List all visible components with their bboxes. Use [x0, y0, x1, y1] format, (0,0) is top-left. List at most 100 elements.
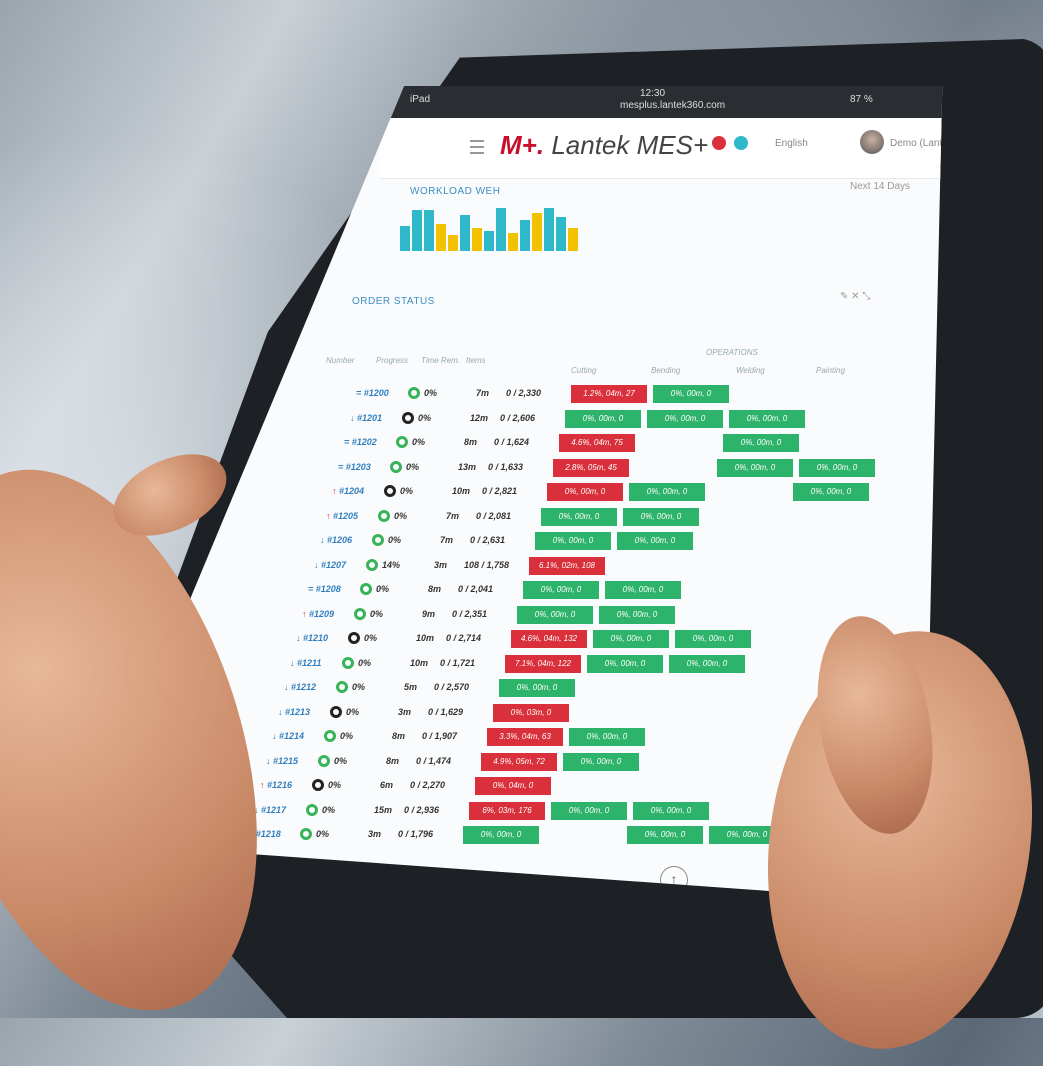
order-number[interactable]: = #1200 — [356, 388, 389, 398]
workload-bar[interactable] — [496, 208, 506, 251]
operation-cell[interactable]: 0%, 00m, 0 — [499, 679, 575, 697]
order-row[interactable]: ↑ #1209 0% 9m 0 / 2,351 0%, 00m, 0 0%, 00m, 0 — [262, 605, 862, 627]
operation-cell[interactable]: 0%, 00m, 0 — [587, 654, 663, 673]
order-number[interactable]: ↑ #1204 — [332, 486, 364, 496]
workload-bar[interactable] — [568, 228, 578, 251]
order-number[interactable]: ↓ #1215 — [266, 756, 298, 766]
operation-cell[interactable]: 0%, 00m, 0 — [623, 507, 699, 526]
operation-cell[interactable]: 0%, 00m, 0 — [599, 605, 675, 624]
workload-bar[interactable] — [472, 228, 482, 251]
operation-header-welding[interactable]: Welding — [736, 366, 765, 375]
workload-bar[interactable] — [400, 226, 410, 251]
operation-cell[interactable]: 0%, 00m, 0 — [723, 434, 799, 452]
operation-cell[interactable]: 0%, 00m, 0 — [565, 409, 641, 428]
operation-cell[interactable]: 0%, 00m, 0 — [653, 385, 729, 403]
header-time[interactable]: Time Rem. — [421, 356, 460, 365]
order-row[interactable]: ↑ #1216 0% 6m 0 / 2,270 0%, 04m, 0 — [220, 776, 820, 798]
order-number[interactable]: ↑ #1216 — [260, 780, 292, 790]
operation-cell[interactable]: 0%, 00m, 0 — [523, 581, 599, 599]
order-row[interactable]: = #1203 0% 13m 0 / 1,633 2.8%, 05m, 45 0%, 00… — [298, 458, 898, 480]
workload-bar[interactable] — [448, 235, 458, 251]
operation-cell[interactable]: 0%, 00m, 0 — [593, 630, 669, 648]
order-number[interactable]: ↓ #1201 — [350, 413, 382, 423]
workload-bar[interactable] — [556, 217, 566, 251]
user-avatar[interactable] — [860, 130, 884, 154]
order-number[interactable]: ↓ #1217 — [254, 805, 286, 815]
operation-cell[interactable]: 0%, 00m, 0 — [605, 581, 681, 599]
operation-cell[interactable]: 3.3%, 04m, 63 — [487, 728, 563, 746]
order-row[interactable]: ↓ #1201 0% 12m 0 / 2,606 0%, 00m, 0 0%, 00m, … — [310, 409, 910, 431]
header-progress[interactable]: Progress — [376, 356, 408, 365]
operation-cell[interactable]: 0%, 00m, 0 — [799, 458, 875, 477]
order-row[interactable]: ↓ #1214 0% 8m 0 / 1,907 3.3%, 04m, 63 0%, 00m… — [232, 727, 832, 749]
operation-cell[interactable]: 4.6%, 04m, 75 — [559, 434, 635, 452]
operation-cell[interactable]: 1.2%, 04m, 27 — [571, 385, 647, 403]
operation-cell[interactable]: 0%, 00m, 0 — [627, 826, 703, 844]
order-number[interactable]: ↓ #1213 — [278, 707, 310, 717]
order-number[interactable]: ↓ #1211 — [290, 658, 321, 668]
order-row[interactable]: ↓ #1210 0% 10m 0 / 2,714 4.6%, 04m, 132 0%, 0… — [256, 629, 856, 651]
workload-bar[interactable] — [424, 210, 434, 251]
operation-cell[interactable]: 0%, 00m, 0 — [551, 801, 627, 820]
order-row[interactable]: = #1208 0% 8m 0 / 2,041 0%, 00m, 0 0%, 00m, 0 — [268, 580, 868, 602]
order-row[interactable]: ↓ #1215 0% 8m 0 / 1,474 4.9%, 05m, 72 0%, 00m… — [226, 752, 826, 774]
order-row[interactable]: ↑ #1205 0% 7m 0 / 2,081 0%, 00m, 0 0%, 00m, 0 — [286, 507, 886, 529]
workload-bar[interactable] — [508, 233, 518, 251]
header-number[interactable]: Number — [326, 356, 354, 365]
workload-bar[interactable] — [532, 213, 542, 251]
operation-header-bending[interactable]: Bending — [651, 366, 680, 375]
operation-cell[interactable]: 4.9%, 05m, 72 — [481, 752, 557, 771]
order-row[interactable]: ↓ #1211 0% 10m 0 / 1,721 7.1%, 04m, 122 0%, 0… — [250, 654, 850, 676]
order-number[interactable]: ↑ #1209 — [302, 609, 334, 619]
operation-cell[interactable]: 0%, 00m, 0 — [569, 728, 645, 746]
operation-cell[interactable]: 0%, 00m, 0 — [729, 409, 805, 428]
operation-cell[interactable]: 0%, 00m, 0 — [793, 483, 869, 501]
operation-cell[interactable]: 0%, 00m, 0 — [563, 752, 639, 771]
workload-range[interactable]: Next 14 Days — [850, 181, 910, 192]
operation-cell[interactable]: 0%, 00m, 0 — [633, 801, 709, 820]
order-number[interactable]: = #1202 — [344, 437, 377, 447]
operation-cell[interactable]: 0%, 00m, 0 — [463, 826, 539, 844]
operation-cell[interactable]: 4.6%, 04m, 132 — [511, 630, 587, 648]
workload-bar[interactable] — [484, 231, 494, 251]
operation-cell[interactable]: 0%, 04m, 0 — [475, 777, 551, 795]
operation-cell[interactable]: 0%, 00m, 0 — [675, 630, 751, 648]
operation-cell[interactable]: 0%, 00m, 0 — [647, 409, 723, 428]
order-number[interactable]: ↓ #1214 — [272, 731, 304, 741]
order-row[interactable]: ↓ #1206 0% 7m 0 / 2,631 0%, 00m, 0 0%, 00m, 0 — [280, 531, 880, 553]
header-items[interactable]: Items — [466, 356, 486, 365]
app-logo[interactable]: M+. Lantek MES+ — [500, 130, 708, 161]
operation-cell[interactable]: 0%, 00m, 0 — [547, 483, 623, 501]
order-number[interactable]: ↓ #1210 — [296, 633, 328, 643]
order-number[interactable]: ↓ #1212 — [284, 682, 316, 692]
order-row[interactable]: = #12180%3m0 / 1,7960%, 00m, 00%, 00m, 0… — [208, 825, 808, 847]
operation-cell[interactable]: 2.8%, 05m, 45 — [553, 458, 629, 477]
operation-cell[interactable]: 0%, 00m, 0 — [517, 605, 593, 624]
workload-bar[interactable] — [460, 215, 470, 251]
workload-bar[interactable] — [520, 220, 530, 251]
operation-cell[interactable]: 6.1%, 02m, 108 — [529, 556, 605, 575]
operation-cell[interactable]: 0%, 00m, 0 — [629, 483, 705, 501]
order-number[interactable]: ↓ #1206 — [320, 535, 352, 545]
status-dot-blue[interactable] — [734, 136, 748, 150]
workload-bar[interactable] — [412, 210, 422, 251]
operation-cell[interactable]: 0%, 03m, 0 — [493, 703, 569, 722]
operation-cell[interactable]: 0%, 00m, 0 — [617, 532, 693, 550]
order-number[interactable]: = #1208 — [308, 584, 341, 594]
status-dot-red[interactable] — [712, 136, 726, 150]
operation-cell[interactable]: 7.1%, 04m, 122 — [505, 654, 581, 673]
panel-actions[interactable]: ✎ ✕ ⤡ — [840, 291, 870, 302]
order-row[interactable]: = #1200 0% 7m 0 / 2,330 1.2%, 04m, 27 0%, 00m… — [316, 384, 916, 406]
operation-header-painting[interactable]: Painting — [816, 366, 845, 375]
order-number[interactable]: ↑ #1205 — [326, 511, 358, 521]
operation-cell[interactable]: 0%, 00m, 0 — [669, 654, 745, 673]
order-row[interactable]: ↓ #1213 0% 3m 0 / 1,629 0%, 03m, 0 — [238, 703, 838, 725]
operation-header-cutting[interactable]: Cutting — [571, 366, 596, 375]
operation-cell[interactable]: 0%, 00m, 0 — [541, 507, 617, 526]
order-row[interactable]: ↑ #1204 0% 10m 0 / 2,821 0%, 00m, 0 0%, 00m, … — [292, 482, 892, 504]
operation-cell[interactable]: 0%, 00m, 0 — [535, 532, 611, 550]
order-row[interactable]: ↓ #1207 14% 3m 108 / 1,758 6.1%, 02m, 108 — [274, 556, 874, 578]
order-row[interactable]: ↓ #1217 0% 15m 0 / 2,936 6%, 03m, 176 0%, 00m… — [214, 801, 814, 823]
operation-cell[interactable]: 0%, 00m, 0 — [717, 458, 793, 477]
operation-cell[interactable]: 6%, 03m, 176 — [469, 801, 545, 820]
